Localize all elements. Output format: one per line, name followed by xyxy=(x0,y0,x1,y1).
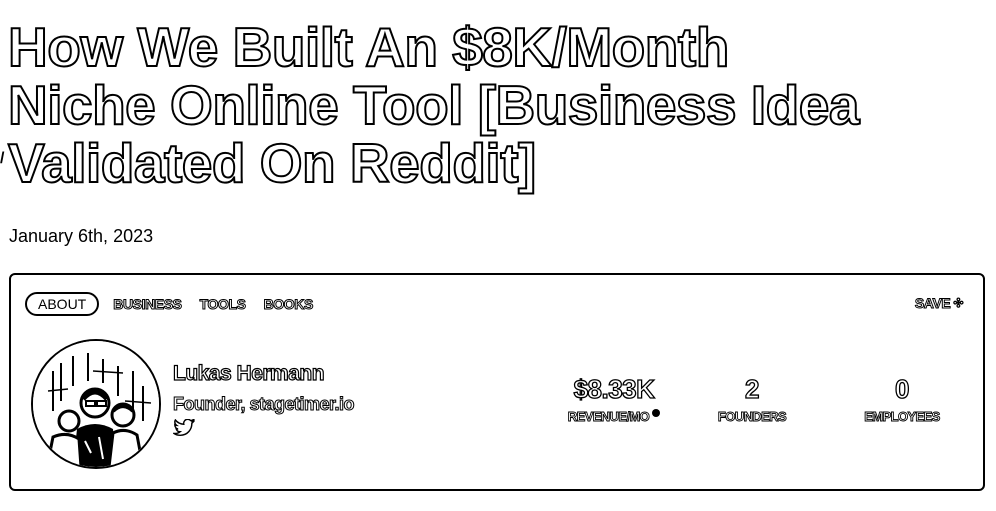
article-title-line: Niche Online Tool [Business Idea xyxy=(7,74,860,136)
stat-revenue-label: REVENUE/MO xyxy=(551,409,677,425)
founder-photo xyxy=(33,341,159,467)
tab-about[interactable]: ABOUT xyxy=(25,292,100,316)
stat-employees-label: EMPLOYEES xyxy=(864,409,941,425)
stat-employees: 0 EMPLOYEES xyxy=(827,373,977,425)
founder-stats: $8.33K REVENUE/MO 2 FOUNDERS 0 EMPLOYEES xyxy=(551,373,977,425)
article-title: How We Built An $8K/Month Niche Online T… xyxy=(7,16,996,194)
save-button[interactable]: SAVE ✣ xyxy=(914,295,964,312)
article-title-line: Validated On Reddit] xyxy=(7,132,537,194)
info-icon[interactable] xyxy=(652,409,661,417)
stat-founders: 2 FOUNDERS xyxy=(677,373,827,425)
tab-business[interactable]: BUSINESS xyxy=(109,293,185,315)
tab-books[interactable]: BOOKS xyxy=(260,293,317,315)
tab-tools[interactable]: TOOLS xyxy=(196,293,250,315)
page: / How We Built An $8K/Month Niche Online… xyxy=(0,0,996,511)
stat-founders-value: 2 xyxy=(744,373,760,404)
stat-founders-label: FOUNDERS xyxy=(717,409,787,425)
bookmark-plus-icon: ✣ xyxy=(953,296,964,311)
scroll-indicator-icon: / xyxy=(0,150,5,167)
article-date: January 6th, 2023 xyxy=(9,226,154,246)
twitter-icon[interactable] xyxy=(171,418,195,437)
stat-revenue-value: $8.33K xyxy=(573,373,656,404)
founder-profile: Lukas Hermann Founder, stagetimer.io xyxy=(171,361,355,442)
save-label: SAVE xyxy=(914,295,951,312)
stat-revenue: $8.33K REVENUE/MO xyxy=(551,373,677,425)
founder-name[interactable]: Lukas Hermann xyxy=(172,361,354,387)
stat-revenue-label-text: REVENUE/MO xyxy=(567,409,650,425)
article-title-line: How We Built An $8K/Month xyxy=(7,16,730,78)
founder-card: ABOUT BUSINESS TOOLS BOOKS SAVE ✣ Lukas … xyxy=(9,273,985,491)
stat-employees-value: 0 xyxy=(894,373,910,404)
card-tabs: ABOUT BUSINESS TOOLS BOOKS xyxy=(25,292,317,316)
avatar xyxy=(31,339,161,469)
founder-role[interactable]: Founder, stagetimer.io xyxy=(172,393,355,415)
